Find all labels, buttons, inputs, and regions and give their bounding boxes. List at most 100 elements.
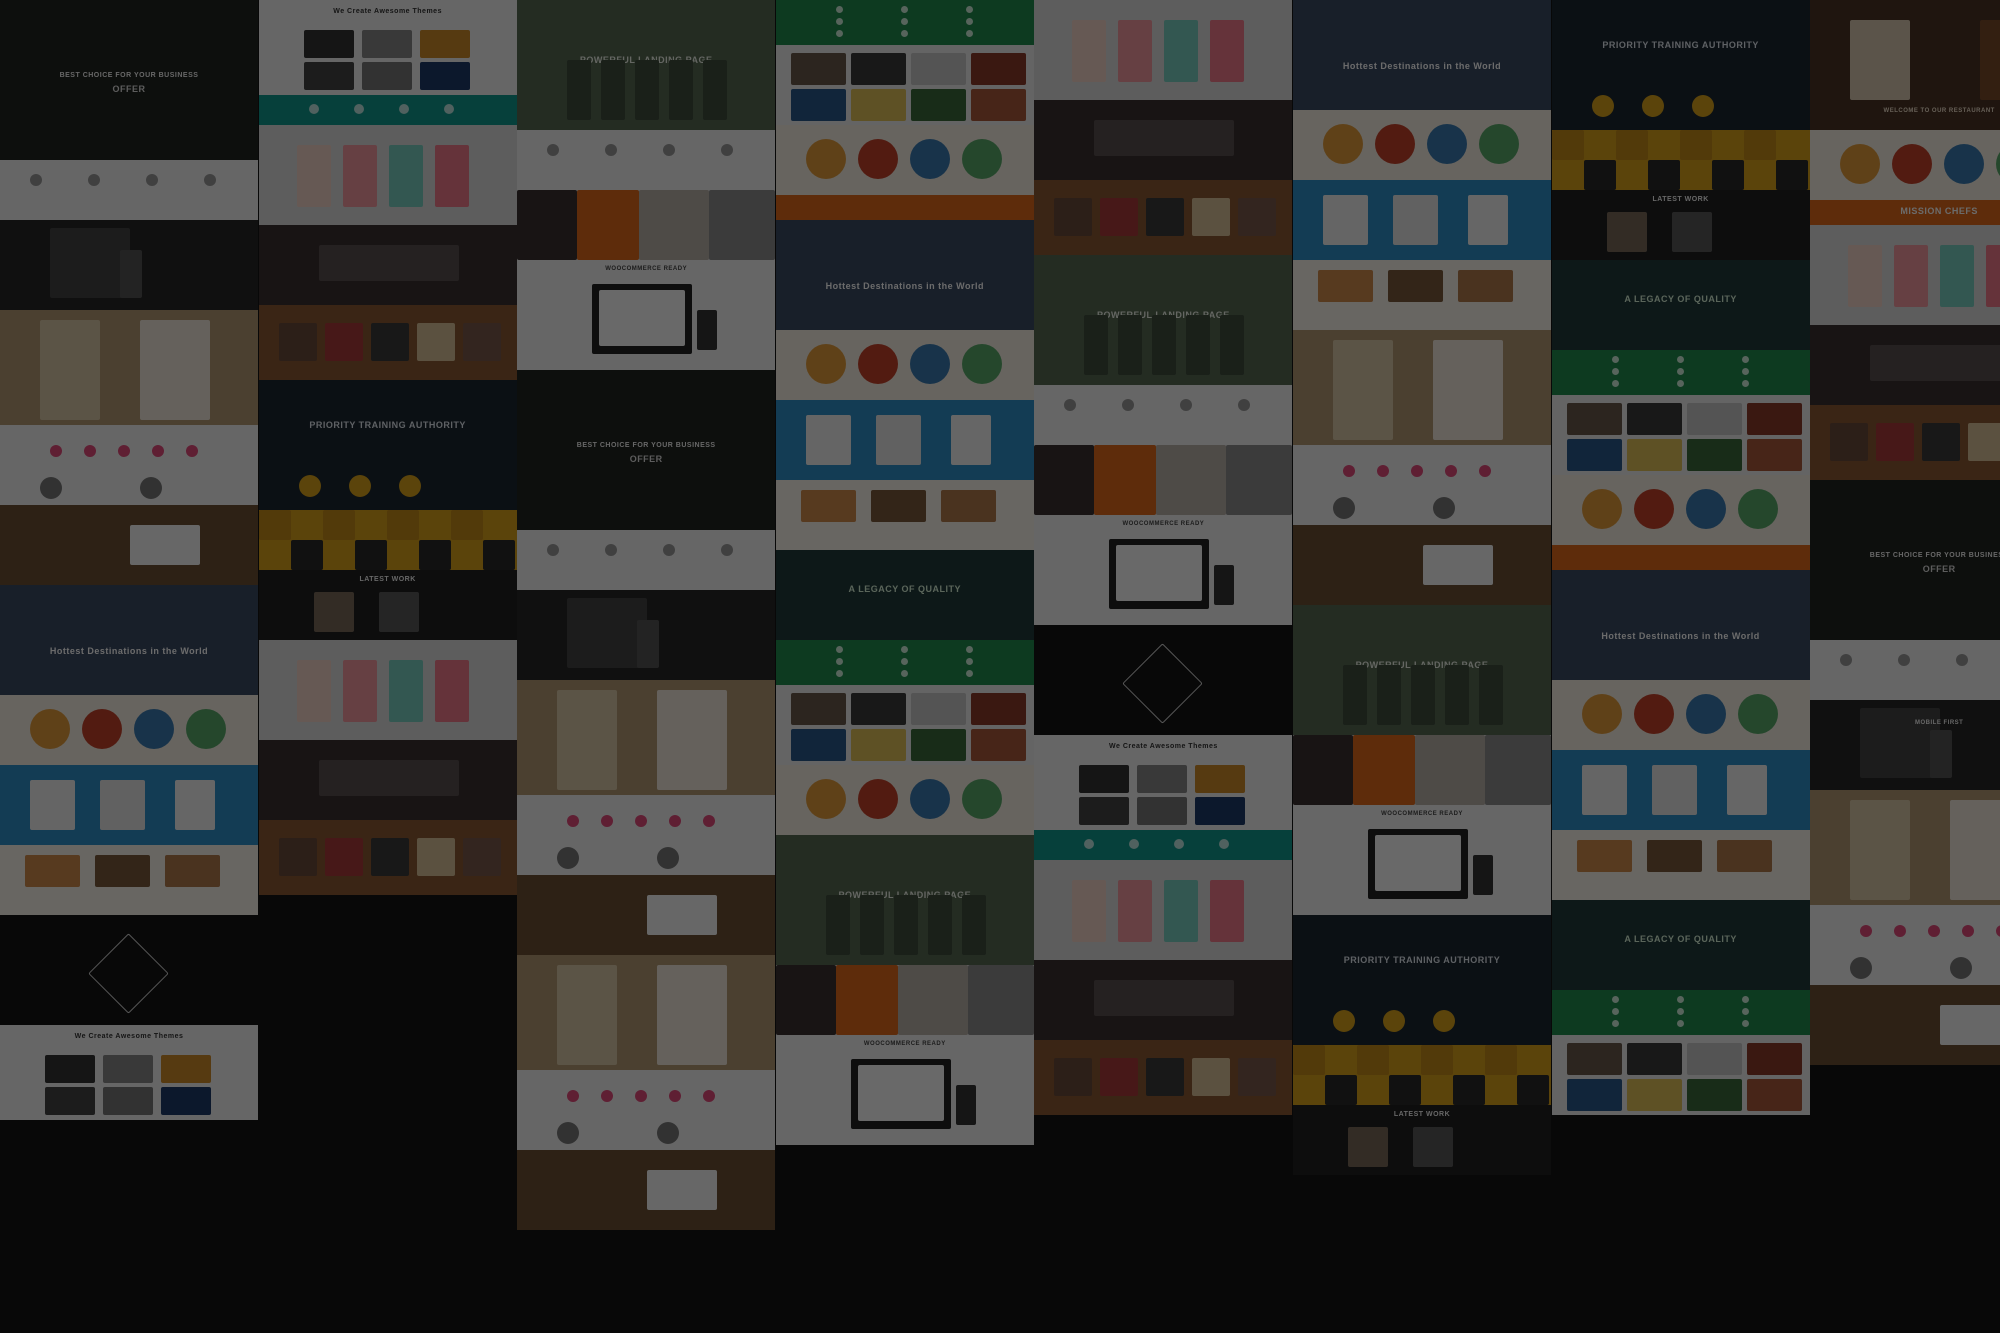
circle-icon <box>805 139 846 179</box>
thumbnail-image <box>1647 160 1680 190</box>
block-heading: MISSION CHEFS <box>1900 206 1978 216</box>
thumbnail-image <box>1054 1058 1093 1096</box>
circle-icon <box>1944 144 1985 184</box>
circle-icon <box>1375 124 1415 164</box>
circle-icon <box>605 544 618 556</box>
circle-icon <box>134 709 174 749</box>
thumbnail-image <box>419 62 470 90</box>
template-section-travel <box>775 480 1034 550</box>
thumbnail-image <box>961 895 986 955</box>
template-section-legacy: A LEGACY OF QUALITY <box>1551 260 1810 350</box>
thumbnail-image <box>517 190 578 260</box>
thumbnail-image <box>1716 840 1772 872</box>
thumbnail-image <box>88 933 169 1014</box>
circle-icon <box>547 544 560 556</box>
thumbnail-image <box>1079 797 1130 825</box>
thumbnail-image <box>599 290 686 346</box>
circle-icon <box>30 709 70 749</box>
circle-icon <box>669 815 682 827</box>
thumbnail-image <box>1894 245 1929 307</box>
thumbnail-image <box>1626 403 1682 435</box>
circle-icon <box>1894 925 1907 937</box>
circle-icon <box>663 144 676 156</box>
template-section-food <box>1293 110 1551 180</box>
template-section-city: Hottest Destinations in the World <box>0 585 258 695</box>
thumbnail-image <box>1726 765 1767 815</box>
circle-icon <box>1892 144 1933 184</box>
template-section-shoes <box>1034 1040 1293 1115</box>
thumbnail-image <box>416 323 455 361</box>
template-section-food <box>1810 130 2000 200</box>
circle-icon <box>601 1090 614 1102</box>
template-section-orange-bar: MISSION CHEFS <box>1810 200 2000 225</box>
thumbnail-image <box>1743 130 1776 160</box>
template-section-beach <box>1551 750 1810 830</box>
circle-icon <box>1064 399 1077 411</box>
thumbnail-image <box>278 838 317 876</box>
block-heading: BEST CHOICE FOR YOUR BUSINESS <box>1869 552 2000 559</box>
circle-icon <box>186 445 198 457</box>
thumbnail-image <box>258 510 291 540</box>
thumbnail-image <box>1226 445 1293 515</box>
template-section-device: WOOCOMMERCE READY <box>775 1035 1034 1145</box>
thumbnail-image <box>30 780 75 830</box>
circle-icon <box>900 670 908 677</box>
thumbnail-image <box>361 30 412 58</box>
thumbnail-image <box>1566 403 1622 435</box>
circle-icon <box>398 475 421 497</box>
circle-icon <box>1611 996 1619 1003</box>
thumbnail-image <box>1583 160 1616 190</box>
template-section-teal <box>1034 830 1293 860</box>
template-section-forest: POWERFUL LANDING PAGE <box>1293 605 1551 735</box>
thumbnail-image <box>557 965 618 1065</box>
block-heading: MOBILE FIRST <box>1915 720 1964 726</box>
thumbnail-image <box>835 965 898 1035</box>
thumbnail-image <box>1830 423 1869 461</box>
block-heading: Hottest Destinations in the World <box>825 280 984 291</box>
circle-icon <box>1383 1010 1405 1032</box>
thumbnail-image <box>1458 270 1513 302</box>
thumbnail-image <box>1348 1127 1388 1167</box>
template-section-stats <box>517 795 776 875</box>
thumbnail-image <box>1566 1079 1622 1111</box>
template-section-agency <box>1293 735 1551 805</box>
template-section-portfolio: We Create Awesome Themes <box>258 0 517 95</box>
thumbnail-image <box>434 145 469 207</box>
thumbnail-image <box>1848 245 1883 307</box>
thumbnail-image <box>1711 160 1744 190</box>
template-section-fashion <box>258 640 517 740</box>
thumbnail-image <box>635 60 660 120</box>
circle-icon <box>805 779 846 819</box>
template-section-shoes <box>258 820 517 895</box>
template-section-shoes <box>1810 405 2000 480</box>
circle-icon <box>961 139 1002 179</box>
circle-icon <box>1427 124 1467 164</box>
thumbnail-image <box>1686 439 1742 471</box>
thumbnail-image <box>290 540 323 570</box>
block-heading: PRIORITY TRAINING AUTHORITY <box>309 420 466 430</box>
thumbnail-image <box>165 855 220 887</box>
template-section-mobile <box>0 220 258 310</box>
template-section-forest: POWERFUL LANDING PAGE <box>1034 255 1293 385</box>
template-section-features <box>517 130 776 190</box>
thumbnail-image <box>790 53 846 85</box>
thumbnail-image <box>1433 340 1503 440</box>
circle-icon <box>1174 839 1185 849</box>
template-section-sunset <box>1293 525 1551 605</box>
thumbnail-image <box>388 660 423 722</box>
circle-icon <box>605 144 618 156</box>
template-section-city: Hottest Destinations in the World <box>775 220 1034 330</box>
circle-icon <box>443 104 454 114</box>
circle-icon <box>140 477 162 499</box>
thumbnail-image <box>1686 403 1742 435</box>
block-heading: BEST CHOICE FOR YOUR BUSINESS <box>576 442 716 449</box>
circle-icon <box>1479 124 1519 164</box>
thumbnail-image <box>1238 198 1277 236</box>
thumbnail-image <box>1152 315 1177 375</box>
circle-icon <box>1238 399 1251 411</box>
thumbnail-image <box>1186 315 1211 375</box>
thumbnail-image <box>1646 840 1702 872</box>
circle-icon <box>1676 380 1684 387</box>
circle-icon <box>635 815 648 827</box>
thumbnail-image <box>893 895 918 955</box>
